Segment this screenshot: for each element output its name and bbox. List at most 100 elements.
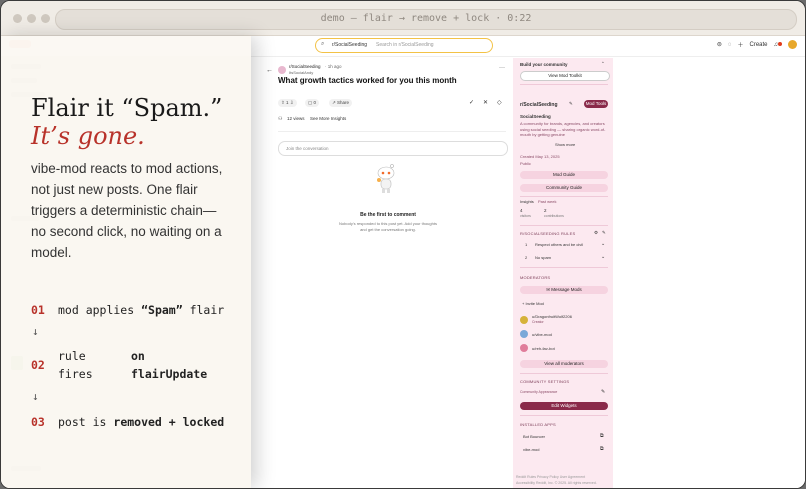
chat-icon[interactable]: ◌ bbox=[728, 42, 732, 48]
external-link-icon[interactable]: ⧉ bbox=[600, 446, 604, 452]
app-viewport: ⌕ r/SocialSeeding Search in r/SocialSeed… bbox=[1, 36, 805, 488]
message-mods-button[interactable]: ✉ Message Mods bbox=[520, 286, 608, 294]
mod-guide-button[interactable]: Mod Guide bbox=[520, 171, 608, 179]
step-text-end: flair bbox=[182, 303, 225, 317]
views-count: 12 views bbox=[287, 116, 305, 121]
invite-mod-link[interactable]: + Invite Mod bbox=[522, 301, 544, 306]
insights-link[interactable]: See More Insights bbox=[310, 116, 346, 121]
create-label[interactable]: Create bbox=[749, 42, 767, 48]
share-label: Share bbox=[337, 100, 350, 105]
approve-icon[interactable]: ✓ bbox=[469, 99, 474, 106]
edit-icon[interactable]: ✎ bbox=[569, 101, 573, 107]
share-button[interactable]: ↗ Share bbox=[329, 99, 353, 107]
empty-comments-text-1: Nobody's responded to this post yet. Add… bbox=[339, 221, 437, 226]
step-1: 01 mod applies “Spam” flair bbox=[31, 303, 224, 317]
view-all-moderators-button[interactable]: View all moderators bbox=[520, 360, 608, 368]
installed-app[interactable]: vibe-mod bbox=[523, 447, 539, 452]
moderator-avatar[interactable] bbox=[520, 330, 528, 338]
close-window-icon[interactable] bbox=[13, 14, 22, 23]
sidebar-subreddit-name: r/SocialSeeding bbox=[520, 102, 558, 108]
edit-widgets-button[interactable]: Edit Widgets bbox=[520, 402, 608, 410]
post-author[interactable]: ItsSocialAndy bbox=[289, 70, 313, 75]
share-icon: ↗ bbox=[332, 100, 336, 105]
rules-heading: R/SOCIALSEEDING RULES bbox=[520, 231, 576, 236]
comment-placeholder: Join the conversation bbox=[286, 146, 329, 151]
community-sidebar: Build your community ⌃ View Mod Toolkit … bbox=[513, 58, 613, 488]
comment-icon: ▢ bbox=[308, 100, 313, 105]
moderator-avatar[interactable] bbox=[520, 316, 528, 324]
remove-icon[interactable]: ✕ bbox=[483, 99, 488, 106]
search-icon: ⌕ bbox=[321, 41, 325, 47]
insights-range[interactable]: Past week bbox=[538, 199, 556, 204]
installed-app[interactable]: Bot Bouncer bbox=[523, 434, 545, 439]
moderator-name[interactable]: u/reh-fav-bot bbox=[532, 346, 555, 351]
address-bar[interactable]: demo — flair → remove + lock · 0:22 bbox=[55, 9, 797, 30]
chevron-down-icon[interactable]: ⌄ bbox=[601, 254, 605, 260]
moderator-name[interactable]: u/DragonfruitWolf2206 bbox=[532, 314, 572, 319]
chevron-down-icon[interactable]: ⌄ bbox=[601, 241, 605, 247]
maximize-window-icon[interactable] bbox=[41, 14, 50, 23]
insights-label: Insights bbox=[520, 199, 534, 204]
divider bbox=[278, 131, 506, 132]
invite-mod-label: Invite Mod bbox=[525, 301, 544, 306]
notifications-icon[interactable]: ♫ bbox=[774, 41, 782, 48]
step-number: 02 bbox=[31, 358, 45, 372]
created-date: Created May 13, 2025 bbox=[520, 154, 560, 159]
comment-input[interactable]: Join the conversation bbox=[278, 141, 508, 156]
community-settings-heading: COMMUNITY SETTINGS bbox=[520, 379, 570, 384]
rules-edit-icon[interactable]: ✎ bbox=[602, 230, 606, 236]
description-paragraph: vibe-mod reacts to mod actions, not just… bbox=[31, 161, 223, 260]
external-link-icon[interactable]: ⧉ bbox=[600, 433, 604, 439]
browser-window: demo — flair → remove + lock · 0:22 ⌕ r/… bbox=[0, 0, 806, 489]
visitors-label: visitors bbox=[520, 214, 531, 218]
avatar[interactable] bbox=[788, 40, 797, 49]
vote-count: 1 bbox=[286, 100, 289, 105]
mod-shield-icon[interactable]: ◇ bbox=[497, 99, 502, 106]
chevron-up-icon[interactable]: ⌃ bbox=[601, 61, 605, 67]
contributions-label: contributions bbox=[544, 214, 564, 218]
vote-control[interactable]: ⇧ 1 ⇩ bbox=[278, 99, 297, 107]
step-number: 03 bbox=[31, 415, 45, 429]
empty-comments-title: Be the first to comment bbox=[360, 212, 416, 218]
minimize-window-icon[interactable] bbox=[27, 14, 36, 23]
rule-text[interactable]: Respect others and be civil bbox=[535, 242, 583, 247]
community-guide-button[interactable]: Community Guide bbox=[520, 184, 608, 192]
back-arrow-icon[interactable]: ← bbox=[266, 67, 273, 74]
step-2: 02 rule fires on flairUpdate bbox=[31, 349, 231, 383]
build-community-title: Build your community bbox=[520, 62, 568, 67]
footer-links[interactable]: Reddit Rules Privacy Policy User Agreeme… bbox=[516, 475, 585, 479]
nav-actions: ⊜ ◌ ＋ Create ♫ bbox=[717, 40, 797, 49]
advertise-icon[interactable]: ⊜ bbox=[717, 41, 722, 48]
subreddit-icon[interactable] bbox=[278, 66, 286, 74]
footer-copyright: Accessibility Reddit, Inc. © 2025. All r… bbox=[516, 481, 597, 485]
comment-count: 0 bbox=[313, 100, 317, 105]
search-input[interactable]: ⌕ r/SocialSeeding Search in r/SocialSeed… bbox=[315, 38, 493, 53]
comments-button[interactable]: ▢ 0 bbox=[305, 99, 320, 107]
arrow-down-icon: ↓ bbox=[32, 390, 39, 403]
moderator-name[interactable]: u/vibe-mod bbox=[532, 332, 552, 337]
view-mod-toolkit-button[interactable]: View Mod Toolkit bbox=[520, 71, 610, 81]
contributions-value: 2 bbox=[544, 208, 547, 213]
post-subreddit[interactable]: r/SocialSeeding bbox=[289, 64, 321, 69]
mod-tools-button[interactable]: Mod Tools bbox=[584, 100, 608, 108]
more-options-icon[interactable]: ··· bbox=[499, 65, 505, 71]
downvote-icon[interactable]: ⇩ bbox=[290, 100, 294, 105]
step-text: rule bbox=[58, 349, 86, 363]
community-appearance[interactable]: Community Appearance bbox=[520, 390, 557, 394]
show-more-link[interactable]: Show more bbox=[555, 142, 575, 147]
search-scope-chip[interactable]: r/SocialSeeding bbox=[332, 42, 367, 48]
explainer-overlay: Flair it “Spam.” It’s gone. vibe-mod rea… bbox=[1, 36, 251, 488]
upvote-icon[interactable]: ⇧ bbox=[281, 100, 285, 105]
step-emphasis: removed + locked bbox=[113, 415, 225, 429]
rule-number: 2 bbox=[525, 255, 528, 260]
step-emphasis: “Spam” bbox=[141, 303, 183, 317]
moderator-avatar[interactable] bbox=[520, 344, 528, 352]
create-icon[interactable]: ＋ bbox=[737, 40, 743, 49]
post-title[interactable]: What growth tactics worked for you this … bbox=[278, 76, 457, 85]
moderator-role: Creator bbox=[532, 320, 544, 324]
rule-text[interactable]: No spam bbox=[535, 255, 551, 260]
sidebar-description: A community for brands, agencies, and cr… bbox=[520, 121, 606, 137]
rules-settings-icon[interactable]: ⚙ bbox=[594, 230, 598, 236]
pencil-icon[interactable]: ✎ bbox=[601, 389, 605, 395]
step-number: 01 bbox=[31, 303, 45, 317]
